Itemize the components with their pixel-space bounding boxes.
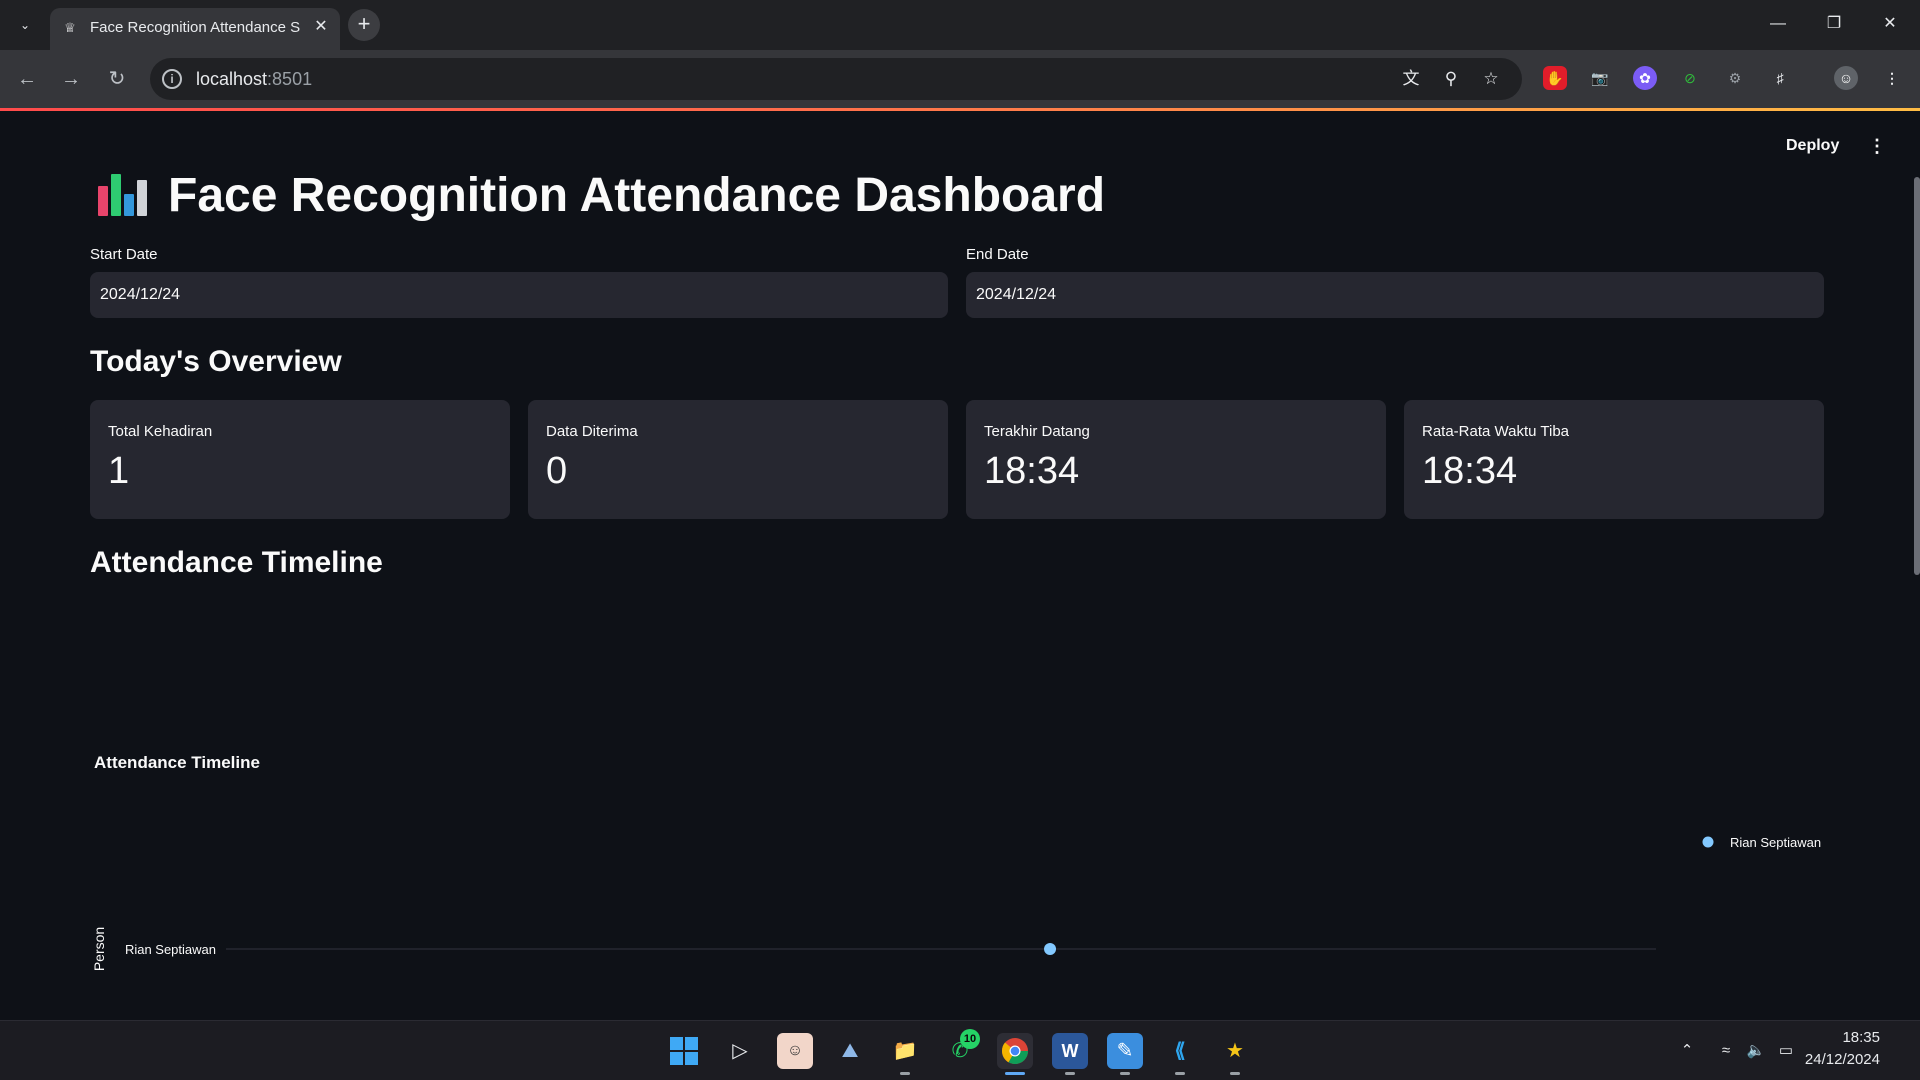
whatsapp-badge: 10 [960,1029,980,1049]
snipping-tool-icon[interactable]: ✎ [1107,1033,1143,1069]
file-explorer-running-indicator [900,1072,910,1075]
browser-menu-icon[interactable]: ⋮ [1880,66,1904,90]
tab-title: Face Recognition Attendance Sy [90,19,300,36]
bar-chart-icon [96,172,148,218]
streamlit-crown-icon: ♕ [64,20,76,35]
vscode-icon[interactable]: ⟪ [1162,1033,1198,1069]
attendance-timeline-chart[interactable]: Attendance TimelinePersonRian Septiawan1… [90,616,1830,1016]
robot-extension-icon[interactable]: ⚙ [1723,66,1747,90]
chrome-icon[interactable] [997,1033,1033,1069]
metric-value: 18:34 [984,450,1080,492]
tab-close-icon[interactable]: ✕ [312,18,330,36]
windows-start-icon[interactable] [666,1033,702,1069]
file-explorer-icon[interactable]: 📁 [887,1033,923,1069]
legend-marker [1702,836,1714,848]
word-icon[interactable]: W [1052,1033,1088,1069]
metric-value: 1 [108,450,130,492]
new-tab-button[interactable]: + [348,9,380,41]
tray-chevron-up-icon[interactable]: ⌃ [1677,1041,1697,1061]
metric-label: Data Diterima [546,423,638,440]
chart-title: Attendance Timeline [94,753,260,772]
metric-value: 0 [546,450,568,492]
battery-icon[interactable]: ▭ [1776,1041,1796,1061]
wifi-icon[interactable]: ≈ [1716,1041,1736,1061]
end-date-label: End Date [966,246,1029,263]
vscode-running-indicator [1175,1072,1185,1075]
python-running-indicator [1230,1072,1240,1075]
bookmark-star-icon[interactable]: ☆ [1480,68,1502,90]
windows-taskbar: ▷ ☺ ⛰ 📁 ✆ 10 W ✎ ⟪ ★ ⌃ ≈ 🔈 ▭ 18:35 24/12… [0,1020,1920,1080]
brain-extension-icon[interactable]: ✿ [1633,66,1657,90]
minimize-icon[interactable]: — [1766,12,1790,36]
back-arrow-icon[interactable]: ← [14,66,40,92]
legend-label: Rian Septiawan [1730,835,1821,850]
overview-header: Today's Overview [90,345,342,378]
url-host: localhost [196,69,268,89]
snipping-running-indicator [1120,1072,1130,1075]
data-point [1044,943,1057,955]
forward-arrow-icon[interactable]: → [58,66,84,92]
metric-label: Terakhir Datang [984,423,1090,440]
timeline-header: Attendance Timeline [90,546,383,579]
profile-avatar[interactable]: ☺ [1834,66,1858,90]
close-window-icon[interactable]: ✕ [1878,12,1902,36]
word-running-indicator [1065,1072,1075,1075]
start-date-input[interactable] [90,272,948,318]
site-info-icon[interactable]: i [162,69,182,89]
chrome-active-indicator [1005,1072,1025,1075]
address-bar[interactable]: i localhost:8501 文 ⚲ ☆ [150,58,1522,100]
page-title-text: Face Recognition Attendance Dashboard [168,168,1106,222]
chart-svg: Attendance TimelinePersonRian Septiawan1… [91,753,1821,971]
volume-icon[interactable]: 🔈 [1746,1041,1766,1061]
metric-card-rata-rata-waktu-tiba: Rata-Rata Waktu Tiba 18:34 [1404,400,1824,519]
end-date-input[interactable] [966,272,1824,318]
url-text: localhost:8501 [196,69,312,90]
url-port: :8501 [267,69,313,89]
metric-value: 18:34 [1422,450,1518,492]
metric-card-total-kehadiran: Total Kehadiran 1 [90,400,510,519]
scrollbar[interactable] [1914,177,1920,575]
reload-icon[interactable]: ↻ [104,66,130,92]
browser-toolbar: ← → ↻ i localhost:8501 文 ⚲ ☆ ✋ 📷 ✿ ⊘ ⚙ ♯… [0,50,1920,108]
extensions-puzzle-icon[interactable]: ♯ [1768,66,1792,90]
photos-icon[interactable]: ⛰ [832,1033,868,1069]
tab-search-chevron-icon[interactable]: ⌄ [14,14,36,36]
media-player-icon[interactable]: ▷ [722,1033,758,1069]
zoom-icon[interactable]: ⚲ [1440,68,1462,90]
start-date-label: Start Date [90,246,158,263]
browser-tabbar: ⌄ ♕ Face Recognition Attendance Sy ✕ + —… [0,0,1920,50]
translate-icon[interactable]: 文 [1400,68,1422,90]
clock-time[interactable]: 18:35 [1800,1029,1880,1046]
metric-label: Rata-Rata Waktu Tiba [1422,423,1570,440]
y-axis-label: Person [91,927,107,971]
app-menu-icon[interactable]: ⋮ [1868,135,1886,157]
camera-extension-icon[interactable]: 📷 [1588,66,1612,90]
adblock-extension-icon[interactable]: ✋ [1543,66,1567,90]
game-app-icon[interactable]: ☺ [777,1033,813,1069]
clock-date[interactable]: 24/12/2024 [1800,1051,1880,1068]
restore-icon[interactable]: ❐ [1822,12,1846,36]
browser-tab[interactable]: ♕ Face Recognition Attendance Sy ✕ [50,8,340,50]
python-icon[interactable]: ★ [1217,1033,1253,1069]
deploy-button[interactable]: Deploy [1786,137,1839,155]
block-extension-icon[interactable]: ⊘ [1678,66,1702,90]
y-tick-label: Rian Septiawan [125,942,216,957]
app-main: Deploy ⋮ Face Recognition Attendance Das… [0,111,1920,1020]
page-title: Face Recognition Attendance Dashboard [96,165,1105,225]
metric-label: Total Kehadiran [108,423,213,440]
metric-card-data-diterima: Data Diterima 0 [528,400,948,519]
metric-card-terakhir-datang: Terakhir Datang 18:34 [966,400,1386,519]
